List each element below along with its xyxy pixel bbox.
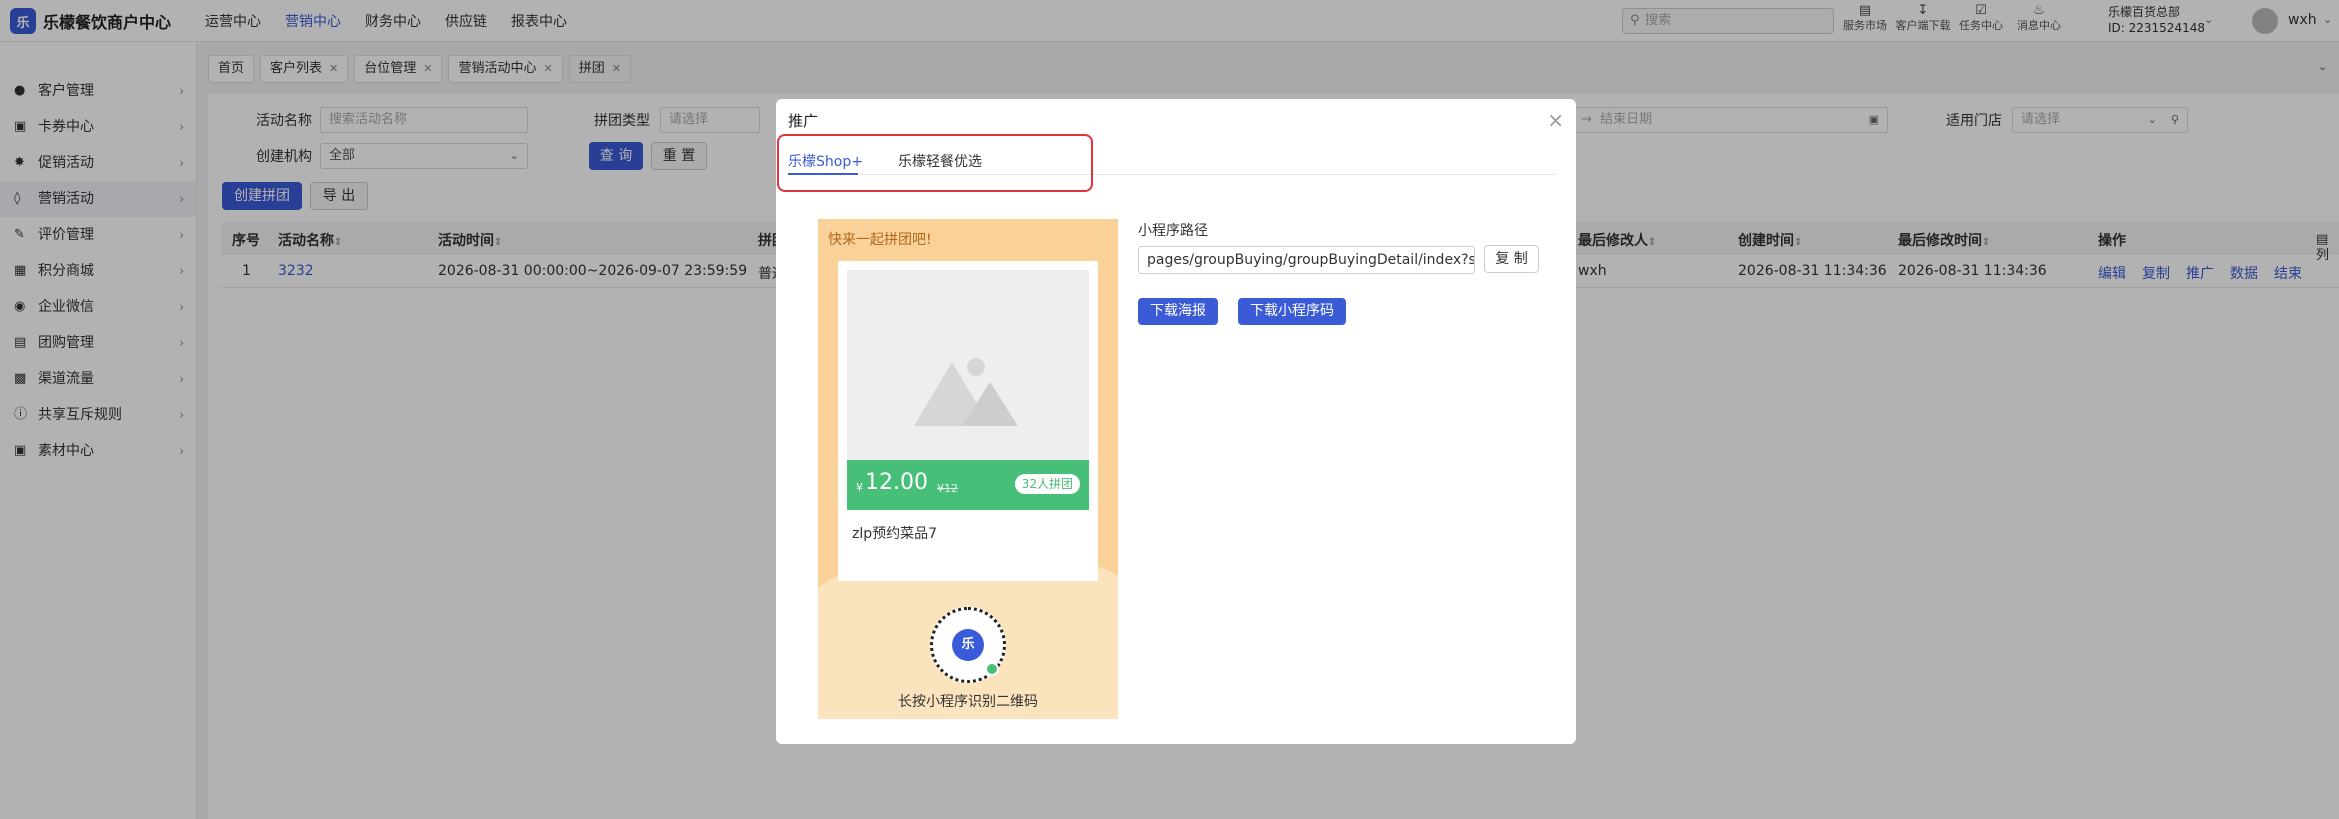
wechat-badge-icon — [985, 662, 999, 676]
download-qr-button[interactable]: 下载小程序码 — [1238, 298, 1346, 325]
poster-header: 快来一起拼团吧! — [828, 232, 932, 248]
group-size-badge: 32人拼团 — [1014, 474, 1080, 494]
product-name: zlp预约菜品7 — [852, 526, 938, 542]
mountain-shape — [962, 382, 1018, 426]
product-card: ¥ 12.00 ¥12 32人拼团 zlp预约菜品7 — [838, 261, 1098, 581]
promo-poster: 快来一起拼团吧! ¥ 12.00 ¥12 32人拼团 zlp预约菜品7 乐 长按… — [818, 219, 1118, 719]
price-bar: ¥ 12.00 ¥12 32人拼团 — [847, 460, 1089, 510]
modal-tabs: 乐檬Shop+ 乐檬轻餐优选 — [777, 134, 1556, 192]
mini-program-qr-code: 乐 — [930, 607, 1006, 683]
qr-caption: 长按小程序识别二维码 — [898, 694, 1038, 710]
download-poster-button[interactable]: 下载海报 — [1138, 298, 1218, 325]
promote-modal: 推广 × 乐檬Shop+ 乐檬轻餐优选 快来一起拼团吧! ¥ 12.00 ¥12… — [776, 99, 1576, 744]
mini-program-path-field[interactable]: pages/groupBuying/groupBuyingDetail/inde… — [1138, 246, 1475, 274]
tab-lemeng-light-meal[interactable]: 乐檬轻餐优选 — [898, 151, 982, 171]
currency-symbol: ¥ — [856, 481, 863, 494]
mini-program-path-label: 小程序路径 — [1138, 223, 1208, 239]
close-icon[interactable]: × — [1547, 108, 1564, 132]
product-image-placeholder — [847, 270, 1089, 460]
modal-title: 推广 — [788, 112, 819, 130]
copy-button[interactable]: 复 制 — [1484, 245, 1539, 273]
original-price: ¥12 — [937, 482, 958, 495]
active-tab-indicator — [788, 173, 858, 175]
qr-logo-icon: 乐 — [952, 629, 984, 661]
group-price: 12.00 — [865, 470, 928, 495]
tab-lemeng-shop[interactable]: 乐檬Shop+ — [788, 151, 863, 171]
